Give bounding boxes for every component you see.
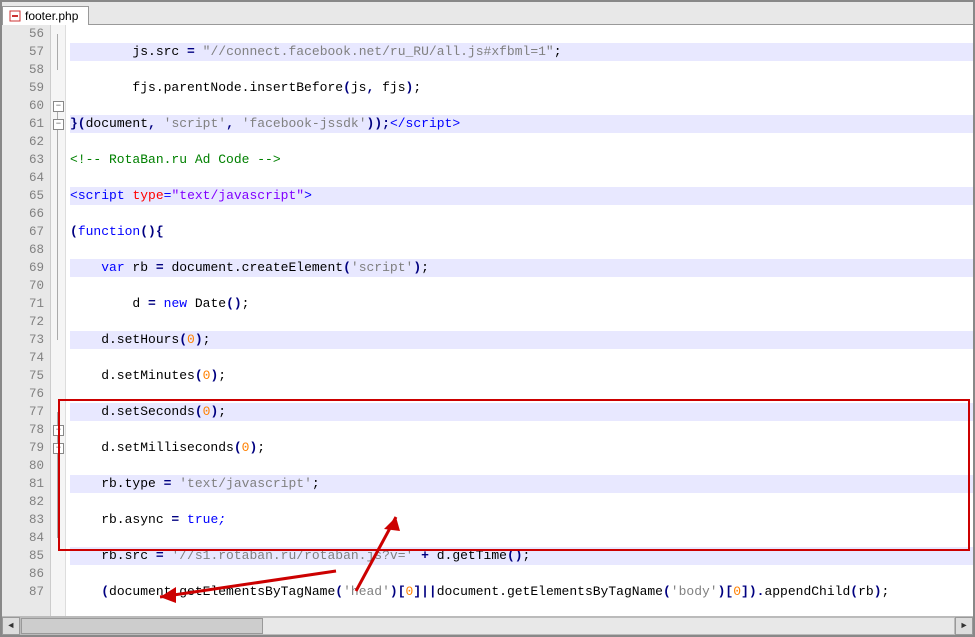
scroll-right-button[interactable]: ► xyxy=(955,617,973,635)
scroll-thumb[interactable] xyxy=(21,618,263,634)
code-editor[interactable]: 5657585960616263646566676869707172737475… xyxy=(2,25,973,616)
php-file-icon xyxy=(9,10,21,22)
horizontal-scrollbar[interactable]: ◄ ► xyxy=(2,616,973,635)
scroll-left-button[interactable]: ◄ xyxy=(2,617,20,635)
fold-toggle[interactable]: − xyxy=(53,101,64,112)
editor-window: footer.php 56575859606162636465666768697… xyxy=(0,0,975,637)
tab-label: footer.php xyxy=(25,9,78,23)
fold-gutter[interactable]: − − − − xyxy=(51,25,66,616)
scroll-track[interactable] xyxy=(20,617,955,635)
tab-bar: footer.php xyxy=(2,2,973,25)
fold-toggle[interactable]: − xyxy=(53,119,64,130)
code-area[interactable]: js.src = "//connect.facebook.net/ru_RU/a… xyxy=(66,25,973,616)
fold-toggle[interactable]: − xyxy=(53,443,64,454)
line-number-gutter: 5657585960616263646566676869707172737475… xyxy=(2,25,51,616)
fold-toggle[interactable]: − xyxy=(53,425,64,436)
tab-footer-php[interactable]: footer.php xyxy=(2,6,89,25)
